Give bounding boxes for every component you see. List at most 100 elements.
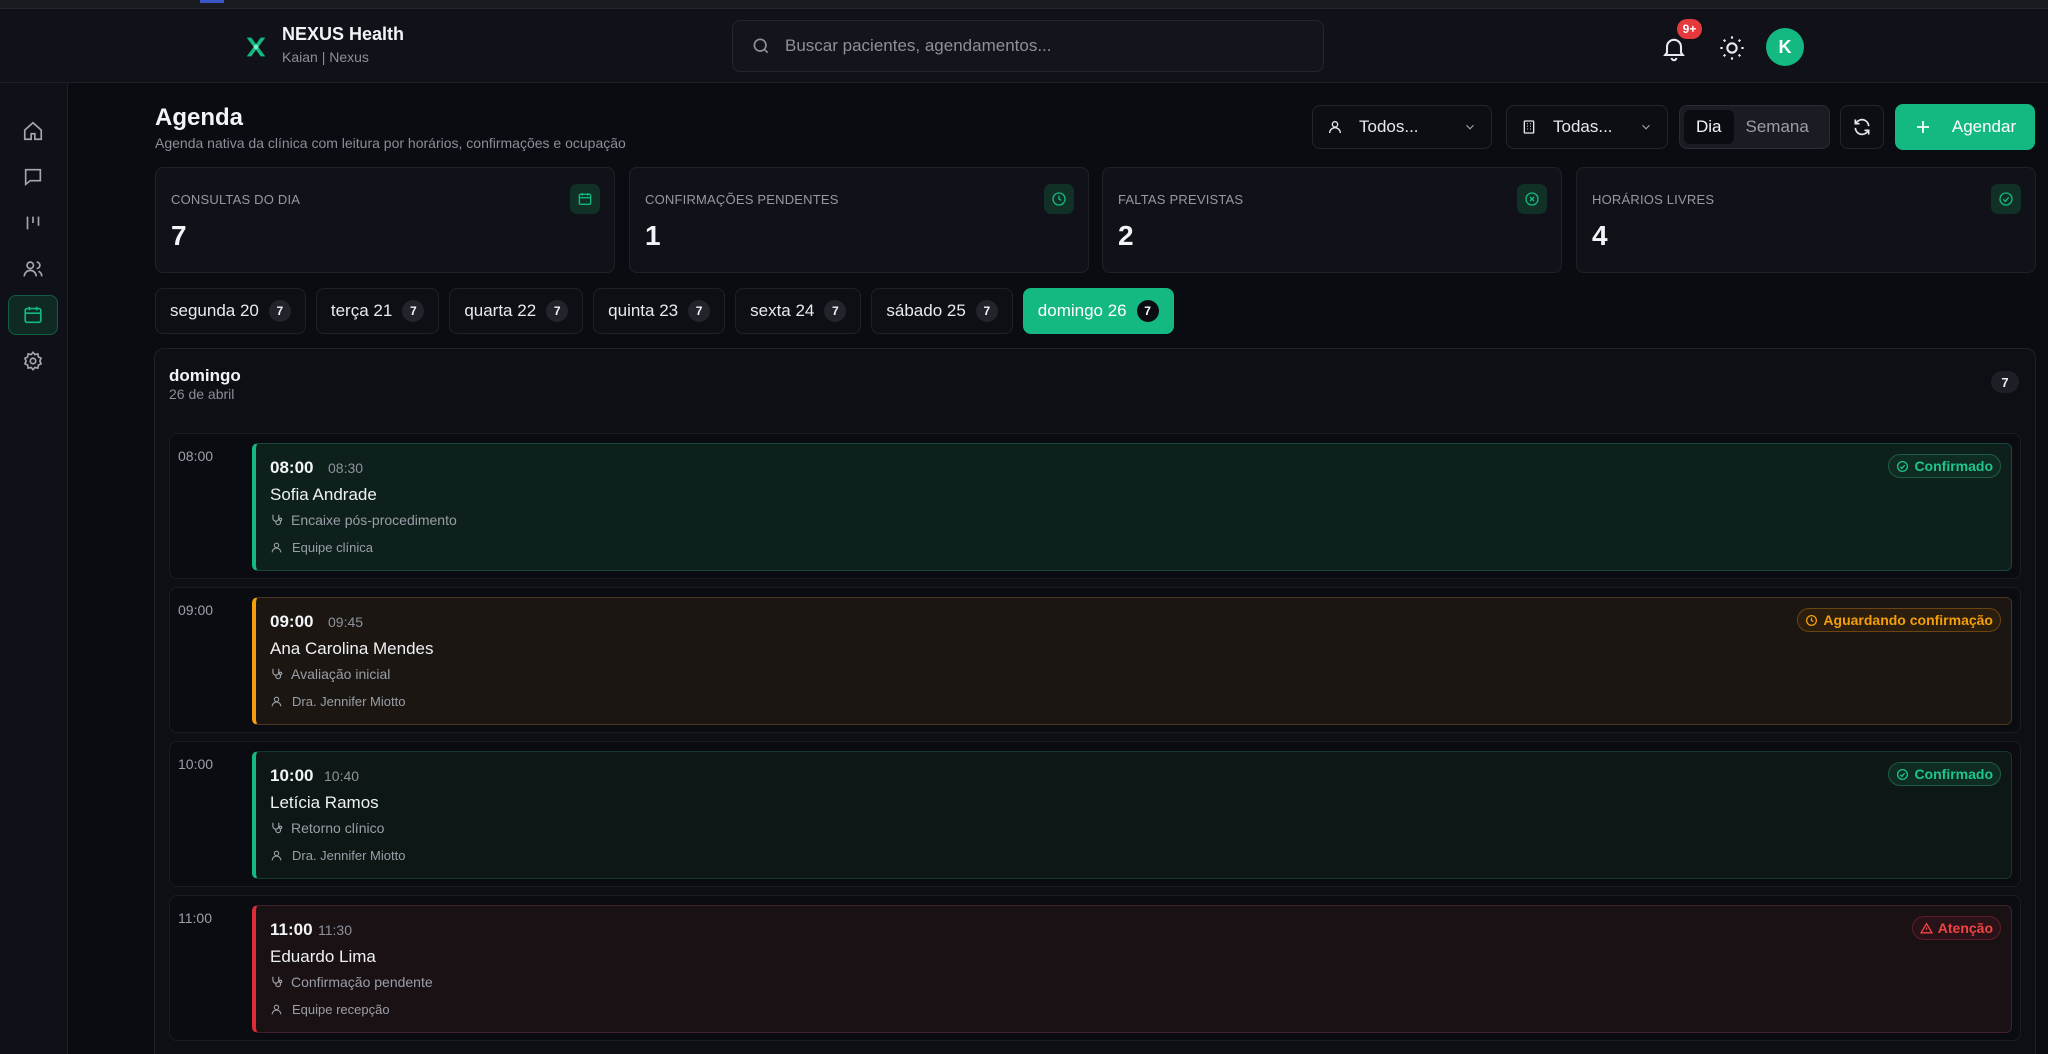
tab-day[interactable]: sexta 24 7 bbox=[735, 288, 862, 334]
appointment-start: 08:00 bbox=[270, 458, 314, 477]
stat-card-faltas: FALTAS PREVISTAS 2 bbox=[1102, 167, 1562, 273]
active-tab-marker bbox=[200, 0, 224, 3]
appointment-procedure: Confirmação pendente bbox=[270, 974, 433, 990]
home-icon bbox=[23, 121, 43, 141]
tab-day[interactable]: segunda 20 7 bbox=[155, 288, 306, 334]
calendar-icon bbox=[570, 184, 600, 214]
window-top-strip bbox=[0, 0, 2048, 9]
procedure-label: Encaixe pós-procedimento bbox=[291, 512, 457, 528]
user-avatar[interactable]: K bbox=[1766, 28, 1804, 66]
appointment-professional: Equipe recepção bbox=[270, 1002, 390, 1017]
day-label: terça 21 bbox=[330, 301, 393, 320]
plus-icon bbox=[1916, 121, 1929, 133]
stethoscope-icon bbox=[272, 822, 283, 834]
building-icon bbox=[1523, 120, 1535, 134]
x-circle-icon bbox=[1517, 184, 1547, 214]
tab-day[interactable]: quarta 22 7 bbox=[449, 288, 584, 334]
appointment-card[interactable]: 09:00 09:45 Ana Carolina Mendes Avaliaçã… bbox=[252, 597, 2012, 725]
calendar-icon bbox=[24, 306, 42, 324]
sidebar-item-messages[interactable] bbox=[8, 157, 58, 197]
slot-time: 10:00 bbox=[178, 756, 214, 772]
app-header: NEXUS Health Kaian | Nexus 9+ K bbox=[0, 9, 2048, 83]
stat-label: HORÁRIOS LIVRES bbox=[1592, 192, 1715, 207]
day-label: quarta 22 bbox=[464, 301, 537, 320]
view-week-button[interactable]: Semana bbox=[1734, 110, 1821, 144]
professional-label: Dra. Jennifer Miotto bbox=[292, 694, 406, 709]
tab-day[interactable]: terça 21 7 bbox=[315, 288, 440, 334]
patient-name: Sofia Andrade bbox=[270, 485, 377, 504]
search-input[interactable] bbox=[785, 36, 1305, 56]
status-badge: Aguardando confirmação bbox=[1797, 608, 2001, 632]
procedure-label: Retorno clínico bbox=[291, 820, 385, 836]
notification-badge: 9+ bbox=[1677, 19, 1702, 39]
refresh-icon bbox=[1854, 118, 1870, 136]
patient-name: Eduardo Lima bbox=[270, 947, 376, 966]
status-label: Aguardando confirmação bbox=[1823, 612, 1993, 628]
user-icon bbox=[271, 542, 282, 553]
stat-label: CONSULTAS DO DIA bbox=[171, 192, 301, 207]
new-appointment-button[interactable]: Agendar bbox=[1895, 104, 2035, 150]
sidebar-item-agenda[interactable] bbox=[8, 295, 58, 335]
appointment-card[interactable]: 11:00 11:30 Eduardo Lima Confirmação pen… bbox=[252, 905, 2012, 1033]
tab-day[interactable]: sábado 25 7 bbox=[871, 288, 1013, 334]
nexus-logo-icon bbox=[246, 37, 266, 57]
procedure-label: Confirmação pendente bbox=[291, 974, 433, 990]
appointment-card[interactable]: 10:00 10:40 Letícia Ramos Retorno clínic… bbox=[252, 751, 2012, 879]
status-badge: Atenção bbox=[1911, 916, 2001, 940]
sidebar-item-pipeline[interactable] bbox=[8, 203, 58, 243]
appointment-procedure: Retorno clínico bbox=[270, 820, 384, 836]
refresh-button[interactable] bbox=[1840, 105, 1884, 149]
page-subtitle: Agenda nativa da clínica com leitura por… bbox=[155, 135, 626, 151]
check-circle-icon bbox=[1897, 460, 1909, 472]
clock-icon bbox=[1044, 184, 1074, 214]
day-count: 7 bbox=[688, 300, 711, 322]
professional-filter[interactable]: Todos... bbox=[1312, 105, 1492, 149]
sidebar-item-patients[interactable] bbox=[8, 249, 58, 289]
brand-subtitle: Kaian | Nexus bbox=[282, 49, 369, 65]
status-label: Confirmado bbox=[1914, 766, 1993, 782]
patient-name: Ana Carolina Mendes bbox=[270, 639, 434, 658]
panel-day-name: domingo bbox=[169, 366, 241, 385]
status-badge: Confirmado bbox=[1888, 454, 2001, 478]
sun-icon[interactable] bbox=[1718, 34, 1746, 62]
status-label: Atenção bbox=[1937, 920, 1993, 936]
appointment-card[interactable]: 08:00 08:30 Sofia Andrade Encaixe pós-pr… bbox=[252, 443, 2012, 571]
main-content: Agenda Agenda nativa da clínica com leit… bbox=[68, 84, 2048, 1054]
stat-card-confirmacoes: CONFIRMAÇÕES PENDENTES 1 bbox=[629, 167, 1089, 273]
kanban-icon bbox=[26, 216, 40, 230]
day-tabs: segunda 20 7 terça 21 7 quarta 22 7 quinta … bbox=[155, 288, 1174, 334]
appointment-end: 08:30 bbox=[328, 460, 364, 476]
stat-value: 4 bbox=[1592, 220, 1608, 251]
time-slot: 10:00 10:00 10:40 Letícia Ramos Retorno … bbox=[169, 741, 2021, 887]
professional-label: Equipe clínica bbox=[292, 540, 373, 555]
sidebar-item-home[interactable] bbox=[8, 111, 58, 151]
sidebar bbox=[0, 83, 68, 1054]
appointment-end: 11:30 bbox=[318, 922, 352, 938]
view-day-button[interactable]: Dia bbox=[1684, 110, 1734, 144]
slot-time: 09:00 bbox=[178, 602, 214, 618]
stat-card-horarios: HORÁRIOS LIVRES 4 bbox=[1576, 167, 2036, 273]
stat-label: CONFIRMAÇÕES PENDENTES bbox=[645, 192, 839, 207]
procedure-label: Avaliação inicial bbox=[291, 666, 391, 682]
brand[interactable]: NEXUS Health Kaian | Nexus bbox=[242, 23, 404, 65]
global-search[interactable] bbox=[732, 20, 1324, 72]
chat-icon bbox=[24, 168, 42, 187]
slot-time: 08:00 bbox=[178, 448, 214, 464]
day-label: sexta 24 bbox=[750, 301, 815, 320]
slot-time: 11:00 bbox=[178, 910, 212, 926]
tab-day-active[interactable]: domingo 26 7 bbox=[1022, 288, 1174, 334]
sidebar-item-settings[interactable] bbox=[8, 341, 58, 381]
day-count: 7 bbox=[268, 300, 291, 322]
day-label: segunda 20 bbox=[170, 301, 259, 320]
tab-day[interactable]: quinta 23 7 bbox=[593, 288, 726, 334]
check-circle-icon bbox=[1991, 184, 2021, 214]
unit-filter-value: Todas... bbox=[1553, 117, 1613, 136]
stat-value: 7 bbox=[171, 220, 187, 251]
unit-filter[interactable]: Todas... bbox=[1506, 105, 1668, 149]
stethoscope-icon bbox=[272, 976, 283, 988]
stethoscope-icon bbox=[272, 668, 283, 680]
day-count: 7 bbox=[975, 300, 998, 322]
stethoscope-icon bbox=[272, 514, 283, 526]
user-icon bbox=[271, 850, 282, 861]
stat-value: 2 bbox=[1118, 220, 1134, 251]
